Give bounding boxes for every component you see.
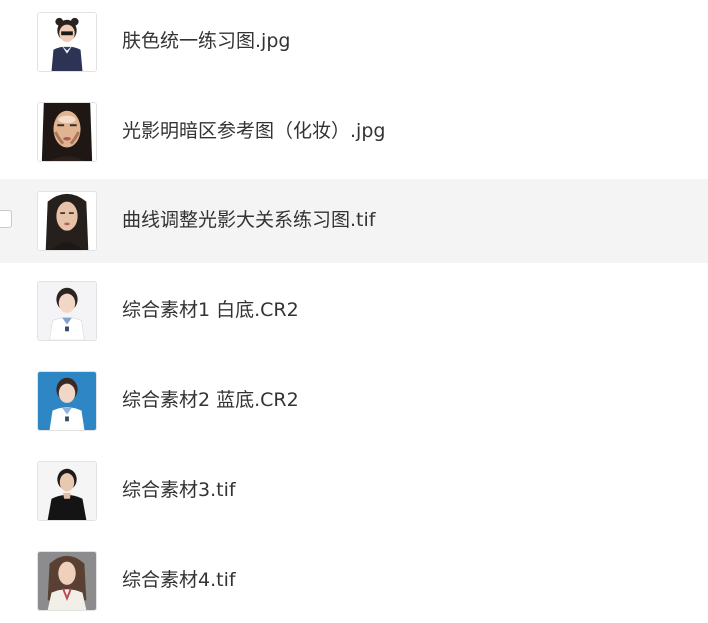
student-white-background-thumbnail[interactable] (37, 281, 97, 341)
file-name[interactable]: 肤色统一练习图.jpg (122, 28, 290, 54)
file-list: 肤色统一练习图.jpg 光影明暗区参考图（化妆）.jpg 曲线调整光影大关系练习… (0, 0, 708, 619)
file-name[interactable]: 光影明暗区参考图（化妆）.jpg (122, 118, 385, 144)
file-row[interactable]: 光影明暗区参考图（化妆）.jpg (0, 90, 708, 174)
woman-portrait-image (38, 192, 96, 250)
student-white-background-image (38, 282, 96, 340)
woman-gray-background-thumbnail[interactable] (37, 551, 97, 611)
row-checkbox[interactable] (0, 210, 12, 228)
file-row[interactable]: 肤色统一练习图.jpg (0, 0, 708, 84)
file-name[interactable]: 曲线调整光影大关系练习图.tif (122, 207, 375, 233)
makeup-face-thumbnail[interactable] (37, 102, 97, 162)
file-row[interactable]: 综合素材2 蓝底.CR2 (0, 359, 708, 443)
child-portrait-thumbnail[interactable] (37, 12, 97, 72)
student-blue-background-image (38, 372, 96, 430)
file-name[interactable]: 综合素材4.tif (122, 567, 236, 593)
file-name[interactable]: 综合素材3.tif (122, 477, 236, 503)
file-row[interactable]: 综合素材3.tif (0, 449, 708, 533)
woman-black-top-thumbnail[interactable] (37, 461, 97, 521)
file-row[interactable]: 综合素材1 白底.CR2 (0, 269, 708, 353)
student-blue-background-thumbnail[interactable] (37, 371, 97, 431)
file-name[interactable]: 综合素材2 蓝底.CR2 (122, 387, 299, 413)
woman-gray-background-image (38, 552, 96, 610)
woman-black-top-image (38, 462, 96, 520)
makeup-face-image (38, 103, 96, 161)
woman-portrait-thumbnail[interactable] (37, 191, 97, 251)
file-row[interactable]: 曲线调整光影大关系练习图.tif (0, 179, 708, 263)
child-portrait-image (38, 13, 96, 71)
file-row[interactable]: 综合素材4.tif (0, 539, 708, 623)
file-name[interactable]: 综合素材1 白底.CR2 (122, 297, 299, 323)
